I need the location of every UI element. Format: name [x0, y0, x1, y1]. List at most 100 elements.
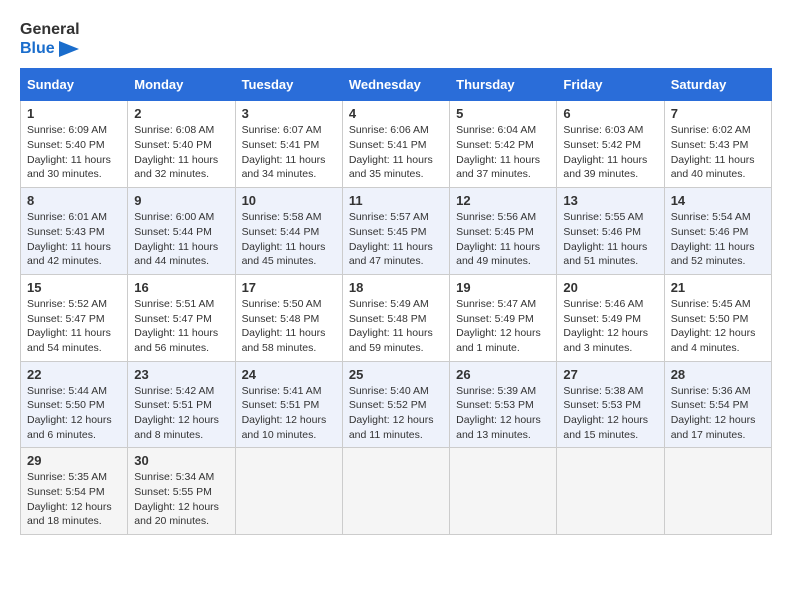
calendar-week-row: 1 Sunrise: 6:09 AM Sunset: 5:40 PM Dayli… — [21, 101, 772, 188]
calendar-week-row: 29 Sunrise: 5:35 AM Sunset: 5:54 PM Dayl… — [21, 448, 772, 535]
day-info: Sunrise: 5:34 AM Sunset: 5:55 PM Dayligh… — [134, 470, 228, 529]
daylight-label: Daylight: 11 hours and 42 minutes. — [27, 241, 111, 268]
daylight-label: Daylight: 12 hours and 1 minute. — [456, 327, 541, 354]
day-info: Sunrise: 5:52 AM Sunset: 5:47 PM Dayligh… — [27, 297, 121, 356]
sunset-label: Sunset: 5:45 PM — [456, 226, 534, 238]
daylight-label: Daylight: 12 hours and 8 minutes. — [134, 414, 219, 441]
daylight-label: Daylight: 11 hours and 52 minutes. — [671, 241, 755, 268]
sunrise-label: Sunrise: 5:41 AM — [242, 385, 322, 397]
calendar-cell: 15 Sunrise: 5:52 AM Sunset: 5:47 PM Dayl… — [21, 274, 128, 361]
sunset-label: Sunset: 5:43 PM — [671, 139, 749, 151]
calendar-cell — [235, 448, 342, 535]
calendar-cell: 25 Sunrise: 5:40 AM Sunset: 5:52 PM Dayl… — [342, 361, 449, 448]
daylight-label: Daylight: 12 hours and 10 minutes. — [242, 414, 327, 441]
sunset-label: Sunset: 5:53 PM — [563, 399, 641, 411]
sunset-label: Sunset: 5:44 PM — [134, 226, 212, 238]
day-info: Sunrise: 6:07 AM Sunset: 5:41 PM Dayligh… — [242, 123, 336, 182]
header-thursday: Thursday — [450, 69, 557, 101]
sunrise-label: Sunrise: 5:57 AM — [349, 211, 429, 223]
sunset-label: Sunset: 5:45 PM — [349, 226, 427, 238]
sunset-label: Sunset: 5:40 PM — [134, 139, 212, 151]
sunset-label: Sunset: 5:53 PM — [456, 399, 534, 411]
calendar-table: SundayMondayTuesdayWednesdayThursdayFrid… — [20, 68, 772, 535]
sunset-label: Sunset: 5:54 PM — [27, 486, 105, 498]
sunrise-label: Sunrise: 6:04 AM — [456, 124, 536, 136]
day-number: 29 — [27, 453, 121, 468]
calendar-week-row: 22 Sunrise: 5:44 AM Sunset: 5:50 PM Dayl… — [21, 361, 772, 448]
day-number: 6 — [563, 106, 657, 121]
day-number: 2 — [134, 106, 228, 121]
calendar-cell: 3 Sunrise: 6:07 AM Sunset: 5:41 PM Dayli… — [235, 101, 342, 188]
day-number: 25 — [349, 367, 443, 382]
calendar-header-row: SundayMondayTuesdayWednesdayThursdayFrid… — [21, 69, 772, 101]
sunrise-label: Sunrise: 5:49 AM — [349, 298, 429, 310]
day-number: 9 — [134, 193, 228, 208]
daylight-label: Daylight: 11 hours and 37 minutes. — [456, 154, 540, 181]
calendar-cell: 27 Sunrise: 5:38 AM Sunset: 5:53 PM Dayl… — [557, 361, 664, 448]
daylight-label: Daylight: 11 hours and 39 minutes. — [563, 154, 647, 181]
sunset-label: Sunset: 5:43 PM — [27, 226, 105, 238]
day-number: 10 — [242, 193, 336, 208]
day-info: Sunrise: 5:47 AM Sunset: 5:49 PM Dayligh… — [456, 297, 550, 356]
page-header: General Blue — [20, 20, 772, 58]
day-info: Sunrise: 5:45 AM Sunset: 5:50 PM Dayligh… — [671, 297, 765, 356]
day-info: Sunrise: 5:49 AM Sunset: 5:48 PM Dayligh… — [349, 297, 443, 356]
day-number: 3 — [242, 106, 336, 121]
day-info: Sunrise: 5:54 AM Sunset: 5:46 PM Dayligh… — [671, 210, 765, 269]
day-info: Sunrise: 6:04 AM Sunset: 5:42 PM Dayligh… — [456, 123, 550, 182]
day-info: Sunrise: 5:50 AM Sunset: 5:48 PM Dayligh… — [242, 297, 336, 356]
day-number: 22 — [27, 367, 121, 382]
day-info: Sunrise: 5:51 AM Sunset: 5:47 PM Dayligh… — [134, 297, 228, 356]
calendar-cell: 14 Sunrise: 5:54 AM Sunset: 5:46 PM Dayl… — [664, 188, 771, 275]
sunrise-label: Sunrise: 5:45 AM — [671, 298, 751, 310]
calendar-cell: 17 Sunrise: 5:50 AM Sunset: 5:48 PM Dayl… — [235, 274, 342, 361]
sunset-label: Sunset: 5:55 PM — [134, 486, 212, 498]
daylight-label: Daylight: 11 hours and 44 minutes. — [134, 241, 218, 268]
sunrise-label: Sunrise: 6:07 AM — [242, 124, 322, 136]
day-info: Sunrise: 6:00 AM Sunset: 5:44 PM Dayligh… — [134, 210, 228, 269]
sunrise-label: Sunrise: 6:08 AM — [134, 124, 214, 136]
sunset-label: Sunset: 5:54 PM — [671, 399, 749, 411]
sunset-label: Sunset: 5:52 PM — [349, 399, 427, 411]
header-monday: Monday — [128, 69, 235, 101]
day-info: Sunrise: 6:06 AM Sunset: 5:41 PM Dayligh… — [349, 123, 443, 182]
calendar-cell — [557, 448, 664, 535]
sunrise-label: Sunrise: 5:51 AM — [134, 298, 214, 310]
day-info: Sunrise: 5:36 AM Sunset: 5:54 PM Dayligh… — [671, 384, 765, 443]
day-info: Sunrise: 5:42 AM Sunset: 5:51 PM Dayligh… — [134, 384, 228, 443]
sunrise-label: Sunrise: 6:00 AM — [134, 211, 214, 223]
header-saturday: Saturday — [664, 69, 771, 101]
calendar-cell: 11 Sunrise: 5:57 AM Sunset: 5:45 PM Dayl… — [342, 188, 449, 275]
sunrise-label: Sunrise: 5:34 AM — [134, 471, 214, 483]
daylight-label: Daylight: 11 hours and 58 minutes. — [242, 327, 326, 354]
day-number: 16 — [134, 280, 228, 295]
sunrise-label: Sunrise: 5:35 AM — [27, 471, 107, 483]
day-number: 26 — [456, 367, 550, 382]
sunset-label: Sunset: 5:48 PM — [349, 313, 427, 325]
sunset-label: Sunset: 5:51 PM — [134, 399, 212, 411]
calendar-cell: 20 Sunrise: 5:46 AM Sunset: 5:49 PM Dayl… — [557, 274, 664, 361]
sunrise-label: Sunrise: 5:36 AM — [671, 385, 751, 397]
daylight-label: Daylight: 11 hours and 59 minutes. — [349, 327, 433, 354]
sunset-label: Sunset: 5:50 PM — [671, 313, 749, 325]
sunset-label: Sunset: 5:42 PM — [563, 139, 641, 151]
sunrise-label: Sunrise: 6:01 AM — [27, 211, 107, 223]
header-friday: Friday — [557, 69, 664, 101]
calendar-cell: 13 Sunrise: 5:55 AM Sunset: 5:46 PM Dayl… — [557, 188, 664, 275]
day-number: 5 — [456, 106, 550, 121]
daylight-label: Daylight: 11 hours and 54 minutes. — [27, 327, 111, 354]
day-number: 18 — [349, 280, 443, 295]
sunrise-label: Sunrise: 5:46 AM — [563, 298, 643, 310]
day-number: 14 — [671, 193, 765, 208]
sunset-label: Sunset: 5:41 PM — [242, 139, 320, 151]
calendar-cell: 29 Sunrise: 5:35 AM Sunset: 5:54 PM Dayl… — [21, 448, 128, 535]
daylight-label: Daylight: 11 hours and 30 minutes. — [27, 154, 111, 181]
calendar-cell — [450, 448, 557, 535]
daylight-label: Daylight: 11 hours and 32 minutes. — [134, 154, 218, 181]
calendar-cell: 18 Sunrise: 5:49 AM Sunset: 5:48 PM Dayl… — [342, 274, 449, 361]
daylight-label: Daylight: 12 hours and 18 minutes. — [27, 501, 112, 528]
daylight-label: Daylight: 11 hours and 51 minutes. — [563, 241, 647, 268]
day-info: Sunrise: 6:01 AM Sunset: 5:43 PM Dayligh… — [27, 210, 121, 269]
logo-line1: General — [20, 20, 80, 39]
daylight-label: Daylight: 11 hours and 47 minutes. — [349, 241, 433, 268]
